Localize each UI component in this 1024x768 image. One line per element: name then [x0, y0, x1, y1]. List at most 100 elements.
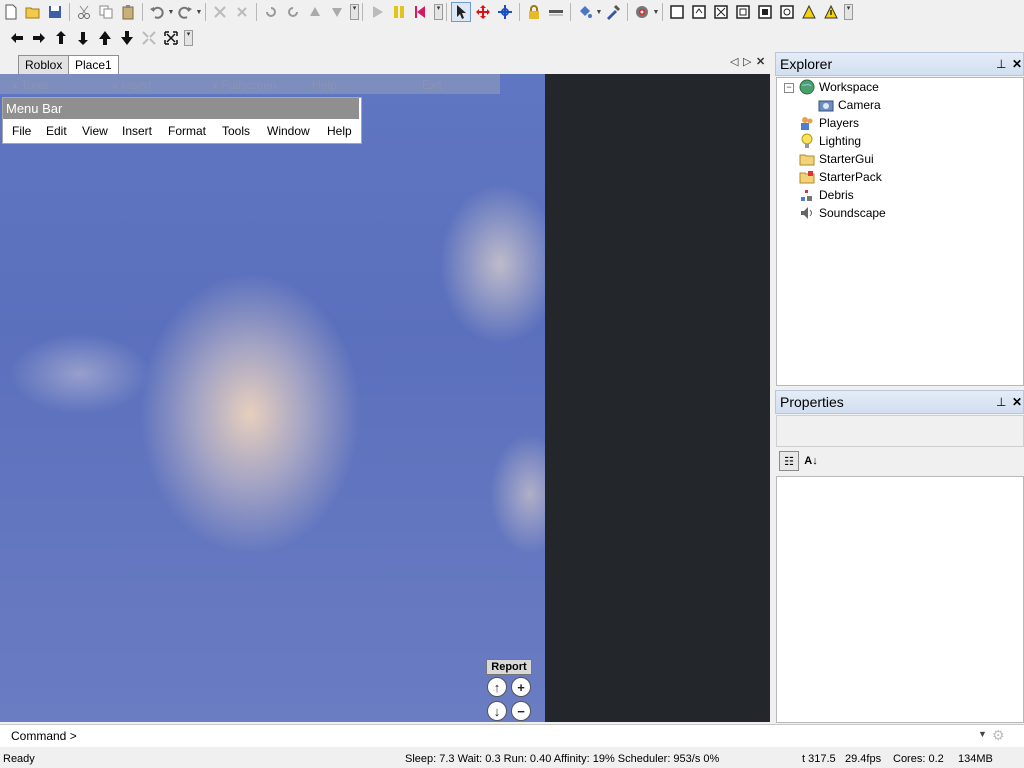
reset-icon[interactable]: [411, 2, 431, 22]
camera-zoom-in-icon[interactable]: [95, 28, 115, 48]
camera-right-icon[interactable]: [29, 28, 49, 48]
properties-search-area[interactable]: [776, 415, 1024, 447]
surface-weld-icon[interactable]: [711, 2, 731, 22]
tree-item-camera[interactable]: Camera: [818, 96, 881, 114]
ingame-exit-button[interactable]: Exit: [422, 78, 442, 92]
zoom-in-icon[interactable]: +: [511, 677, 531, 697]
move-down-icon[interactable]: [327, 2, 347, 22]
paint-bucket-icon[interactable]: [575, 2, 595, 22]
toolbar-overflow-icon[interactable]: ▾: [844, 4, 853, 20]
surface-studs-icon[interactable]: [733, 2, 753, 22]
surface-inlet-icon[interactable]: [755, 2, 775, 22]
toolbar-overflow-icon[interactable]: ▾: [434, 4, 443, 20]
zoom-extents-icon[interactable]: [161, 28, 181, 48]
pin-icon[interactable]: ⊥: [996, 391, 1006, 413]
command-input[interactable]: [80, 727, 974, 745]
categorized-icon[interactable]: ☷: [779, 451, 799, 471]
play-icon[interactable]: [367, 2, 387, 22]
surface-hinge-icon[interactable]: [777, 2, 797, 22]
camera-zoom-out-icon[interactable]: [117, 28, 137, 48]
camera-tilt-up-icon[interactable]: [51, 28, 71, 48]
menu-bar-window: Menu Bar File Edit View Insert Format To…: [2, 97, 362, 144]
ungroup-icon[interactable]: [232, 2, 252, 22]
menu-window[interactable]: Window: [267, 124, 310, 138]
save-icon[interactable]: [45, 2, 65, 22]
tree-item-players[interactable]: Players: [799, 114, 859, 132]
menu-bar-title[interactable]: Menu Bar: [3, 98, 359, 119]
close-icon[interactable]: ✕: [1012, 391, 1022, 413]
tree-item-starterpack[interactable]: StarterPack: [799, 168, 882, 186]
pause-icon[interactable]: [389, 2, 409, 22]
menu-view[interactable]: View: [82, 124, 108, 138]
ingame-fullscreen-button[interactable]: x Fullscreen: [212, 78, 277, 92]
pin-icon[interactable]: ⊥: [996, 53, 1006, 75]
lock-icon[interactable]: [524, 2, 544, 22]
material-icon[interactable]: [632, 2, 652, 22]
redo-dropdown-icon[interactable]: ▼: [196, 2, 203, 22]
toolbar-overflow-icon[interactable]: ▾: [350, 4, 359, 20]
toolbar-overflow-icon[interactable]: ▾: [184, 30, 193, 46]
close-icon[interactable]: ✕: [1012, 53, 1022, 75]
tab-scroll-left-icon[interactable]: ◁: [730, 55, 738, 68]
alphabetical-sort-icon[interactable]: A↓: [801, 451, 821, 471]
menu-file[interactable]: File: [12, 124, 31, 138]
tab-scroll-right-icon[interactable]: ▷: [743, 55, 751, 68]
tab-close-icon[interactable]: ✕: [756, 55, 765, 68]
camera-tilt-down-icon[interactable]: [73, 28, 93, 48]
paint-dropdown-icon[interactable]: ▼: [596, 2, 603, 22]
anchor-icon[interactable]: [546, 2, 566, 22]
camera-down-icon[interactable]: ↓: [487, 701, 507, 721]
3d-viewport[interactable]: [0, 74, 545, 722]
open-folder-icon[interactable]: [23, 2, 43, 22]
surface-stepper-icon[interactable]: [821, 2, 841, 22]
select-icon[interactable]: [451, 2, 471, 22]
tree-item-label: StarterPack: [819, 170, 882, 184]
collapse-icon[interactable]: −: [784, 83, 794, 93]
surface-glue-icon[interactable]: [689, 2, 709, 22]
surface-motor-icon[interactable]: [799, 2, 819, 22]
menu-format[interactable]: Format: [168, 124, 206, 138]
rotate-left-icon[interactable]: [261, 2, 281, 22]
tree-item-lighting[interactable]: Lighting: [799, 132, 861, 150]
camera-toolbar: ▾: [0, 26, 193, 50]
dropper-icon[interactable]: [603, 2, 623, 22]
tree-item-debris[interactable]: Debris: [799, 186, 854, 204]
zoom-out-icon[interactable]: −: [511, 701, 531, 721]
ingame-tools-button[interactable]: x Tools: [12, 78, 49, 92]
camera-up-icon[interactable]: ↑: [487, 677, 507, 697]
command-gear-icon[interactable]: ⚙: [992, 727, 1005, 744]
look-at-icon[interactable]: [139, 28, 159, 48]
camera-left-icon[interactable]: [7, 28, 27, 48]
undo-icon[interactable]: [147, 2, 167, 22]
status-fps: 29.4fps: [845, 753, 882, 765]
surface-smooth-icon[interactable]: [667, 2, 687, 22]
ingame-help-button[interactable]: Help...: [312, 78, 347, 92]
report-button[interactable]: Report: [486, 659, 532, 675]
resize-icon[interactable]: [495, 2, 515, 22]
tree-item-label: Camera: [838, 98, 881, 112]
tab-roblox[interactable]: Roblox: [18, 55, 70, 74]
tree-item-workspace[interactable]: Workspace: [799, 78, 879, 96]
cut-icon[interactable]: [74, 2, 94, 22]
menu-insert[interactable]: Insert: [122, 124, 152, 138]
debris-icon: [799, 187, 815, 203]
rotate-right-icon[interactable]: [283, 2, 303, 22]
undo-dropdown-icon[interactable]: ▼: [168, 2, 175, 22]
menu-help[interactable]: Help: [327, 124, 352, 138]
paste-icon[interactable]: [118, 2, 138, 22]
properties-title: Properties: [780, 394, 844, 410]
redo-icon[interactable]: [175, 2, 195, 22]
move-up-icon[interactable]: [305, 2, 325, 22]
menu-tools[interactable]: Tools: [222, 124, 250, 138]
new-icon[interactable]: [1, 2, 21, 22]
tree-item-startergui[interactable]: StarterGui: [799, 150, 874, 168]
material-dropdown-icon[interactable]: ▼: [653, 2, 660, 22]
command-history-dropdown-icon[interactable]: ▼: [978, 729, 987, 739]
copy-icon[interactable]: [96, 2, 116, 22]
menu-edit[interactable]: Edit: [46, 124, 67, 138]
group-icon[interactable]: [210, 2, 230, 22]
tab-place1[interactable]: Place1: [68, 55, 119, 74]
tree-item-soundscape[interactable]: Soundscape: [799, 204, 886, 222]
ingame-insert-button[interactable]: x Insert: [112, 78, 151, 92]
move-icon[interactable]: [473, 2, 493, 22]
